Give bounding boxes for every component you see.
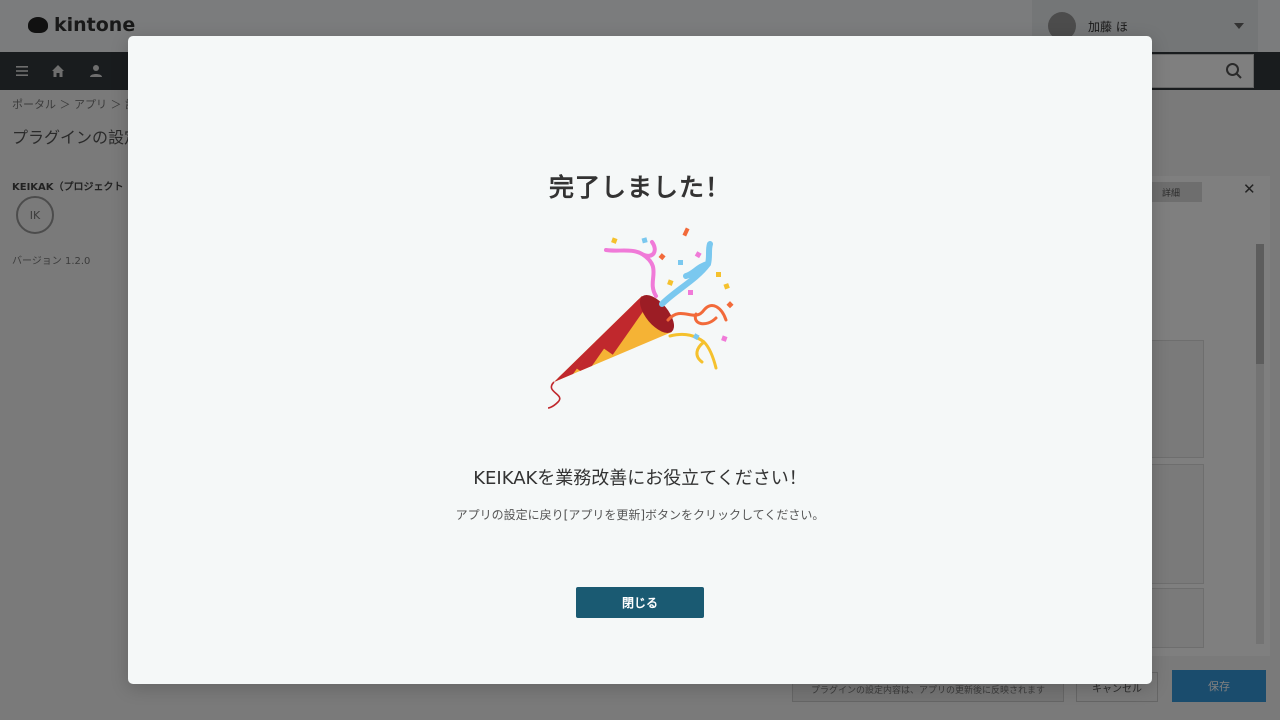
dialog-message: KEIKAKを業務改善にお役立てください！ — [473, 468, 807, 489]
dialog-title: 完了しました！ — [548, 173, 731, 202]
completion-dialog: 完了しました！ KEIKAKを業務改善にお役立てください！ アプリの設定に戻り[… — [128, 36, 1152, 684]
close-button[interactable]: 閉じる — [576, 587, 704, 618]
party-popper-icon — [547, 227, 734, 409]
dialog-note: アプリの設定に戻り[アプリを更新]ボタンをクリックしてください。 — [455, 508, 825, 522]
